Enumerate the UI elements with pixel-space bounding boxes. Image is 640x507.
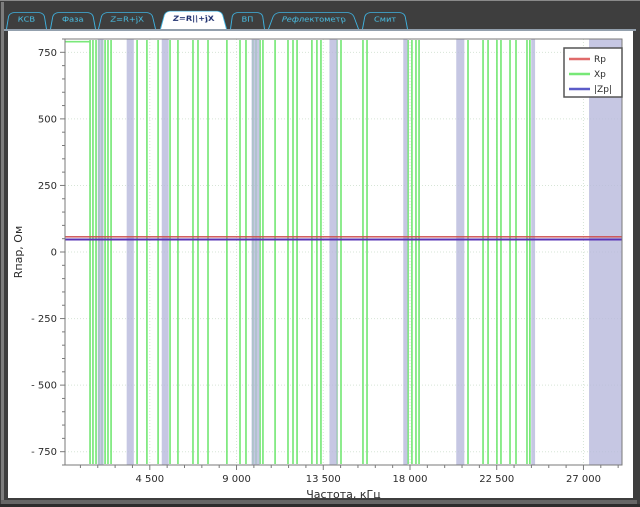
y-axis-tick-label: - 750 bbox=[31, 447, 57, 458]
impedance-parallel-chart: 4 500 9 000 13 500 18 000 22 500 27 000 750 500… bbox=[8, 31, 633, 498]
y-axis-tick-label: 250 bbox=[38, 181, 57, 192]
band-marker bbox=[403, 39, 407, 465]
legend-label: |Zp| bbox=[594, 85, 612, 95]
x-axis-tick-label: 4 500 bbox=[135, 474, 164, 485]
tab-vp[interactable]: ВП bbox=[230, 12, 265, 29]
y-axis-tick-label: 750 bbox=[38, 48, 57, 59]
plot-frame bbox=[65, 39, 622, 465]
x-axis-tick-label: 13 500 bbox=[306, 474, 341, 485]
legend-label: Rp bbox=[594, 55, 606, 65]
window-left-edge bbox=[1, 2, 4, 500]
y-axis-title: Rпар, Ом bbox=[12, 226, 25, 279]
band-marker bbox=[329, 39, 337, 465]
y-axis-tick-label: - 250 bbox=[31, 314, 57, 325]
x-axis-tick-label: 22 500 bbox=[479, 474, 514, 485]
legend-label: Xp bbox=[594, 70, 606, 80]
x-axis-tick-label: 27 000 bbox=[566, 474, 601, 485]
band-marker bbox=[531, 39, 535, 465]
x-axis-title: Частота, кГц bbox=[306, 488, 380, 498]
y-axis-tick-label: 500 bbox=[38, 114, 57, 125]
band-marker bbox=[252, 39, 260, 465]
band-marker bbox=[456, 39, 464, 465]
tab-bar: КСВ Фаза Z=R+jX Z=R||+jX ВП Рефлектометр… bbox=[6, 5, 634, 29]
tab-z-series[interactable]: Z=R+jX bbox=[98, 12, 156, 29]
y-axis-tick-label: - 500 bbox=[31, 381, 57, 392]
x-axis-tick-label: 9 000 bbox=[222, 474, 251, 485]
y-axis-tick-label: 0 bbox=[51, 248, 57, 259]
tab-z-parallel[interactable]: Z=R||+jX bbox=[160, 11, 227, 29]
x-axis-tick-label: 18 000 bbox=[392, 474, 427, 485]
tab-smith[interactable]: Смит bbox=[362, 12, 408, 29]
band-marker bbox=[127, 39, 134, 465]
band-marker bbox=[98, 39, 104, 465]
band-marker bbox=[589, 39, 622, 465]
chart-panel: 4 500 9 000 13 500 18 000 22 500 27 000 750 500… bbox=[8, 31, 633, 498]
tab-ksv[interactable]: КСВ bbox=[6, 12, 47, 29]
tab-reflectometer[interactable]: Рефлектометр bbox=[268, 12, 359, 29]
tab-faza[interactable]: Фаза bbox=[50, 12, 96, 29]
band-marker bbox=[162, 39, 169, 465]
app-window: КСВ Фаза Z=R+jX Z=R||+jX ВП Рефлектометр… bbox=[0, 0, 640, 506]
